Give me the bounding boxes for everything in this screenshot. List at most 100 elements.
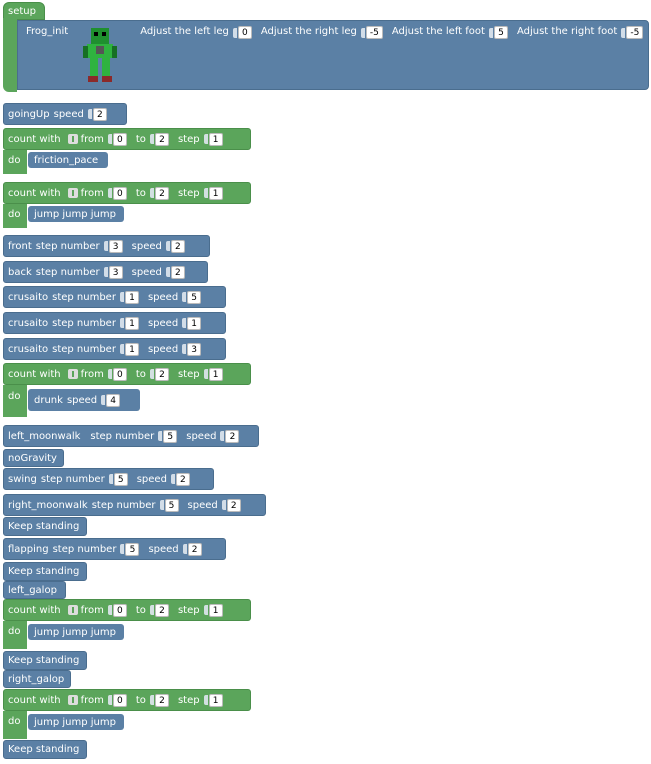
going-up-speed-input[interactable]: 2 xyxy=(87,107,107,121)
crusaito-3-steps-input[interactable]: 1 xyxy=(119,342,139,356)
left-galop-block[interactable]: left_galop xyxy=(3,581,66,599)
drunk-speed-input[interactable]: 4 xyxy=(101,393,121,407)
loop-var-i-icon[interactable] xyxy=(67,134,78,144)
left-moonwalk-label: left_moonwalk xyxy=(8,430,81,442)
right-moonwalk-block[interactable]: right_moonwalk step number 5 speed 2 xyxy=(3,494,266,516)
loop-1-body: do xyxy=(3,150,27,174)
left-moonwalk-steps-input[interactable]: 5 xyxy=(158,429,178,443)
loop-3-step-input[interactable]: 1 xyxy=(203,367,223,381)
right-galop-block[interactable]: right_galop xyxy=(3,670,71,688)
loop-1-from-input[interactable]: 0 xyxy=(107,132,127,146)
jump-label: jump jump jump xyxy=(34,716,116,728)
swing-steps-input[interactable]: 5 xyxy=(108,472,128,486)
loop-step-label: step xyxy=(177,133,200,145)
loop-from-label: from xyxy=(80,187,104,199)
loop-2-from-input[interactable]: 0 xyxy=(107,186,127,200)
loop-do-label: do xyxy=(8,716,21,727)
loop-1-to-input[interactable]: 2 xyxy=(149,132,169,146)
right-galop-label: right_galop xyxy=(8,673,65,685)
loop-5-step-input[interactable]: 1 xyxy=(203,693,223,707)
front-steps-input[interactable]: 3 xyxy=(103,239,123,253)
crusaito-block-2[interactable]: crusaito step number 1 speed 1 xyxy=(3,312,226,334)
adjust-left-foot-input[interactable]: 5 xyxy=(488,26,508,39)
loop-2-header[interactable]: count with from 0 to 2 step 1 xyxy=(3,182,251,204)
step-number-label: step number xyxy=(52,291,116,303)
loop-2-to-input[interactable]: 2 xyxy=(149,186,169,200)
adjust-right-leg-input[interactable]: -5 xyxy=(360,26,383,39)
crusaito-2-steps-input[interactable]: 1 xyxy=(119,316,139,330)
going-up-block[interactable]: goingUp speed 2 xyxy=(3,103,127,125)
friction-pace-block[interactable]: friction_pace xyxy=(28,152,108,168)
loop-do-label: do xyxy=(8,391,21,402)
loop-5-to-input[interactable]: 2 xyxy=(149,693,169,707)
jump-block[interactable]: jump jump jump xyxy=(28,624,124,640)
setup-body xyxy=(3,18,17,92)
loop-5-header[interactable]: count with from 0 to 2 step 1 xyxy=(3,689,251,711)
crusaito-2-speed-input[interactable]: 1 xyxy=(182,316,202,330)
setup-label: setup xyxy=(8,5,36,17)
speed-label: speed xyxy=(66,394,98,406)
loop-3-from-input[interactable]: 0 xyxy=(107,367,127,381)
loop-from-label: from xyxy=(80,604,104,616)
loop-4-header[interactable]: count with from 0 to 2 step 1 xyxy=(3,599,251,621)
keep-standing-block-3[interactable]: Keep standing xyxy=(3,651,87,670)
loop-4-from-input[interactable]: 0 xyxy=(107,603,127,617)
loop-1-header[interactable]: count with from 0 to 2 step 1 xyxy=(3,128,251,150)
loop-var-i-icon[interactable] xyxy=(67,695,78,705)
crusaito-label: crusaito xyxy=(8,317,49,329)
left-moonwalk-block[interactable]: left_moonwalk step number 5 speed 2 xyxy=(3,425,259,447)
loop-4-to-input[interactable]: 2 xyxy=(149,603,169,617)
drunk-block[interactable]: drunk speed 4 xyxy=(28,389,140,411)
back-label: back xyxy=(8,266,32,278)
keep-standing-block-1[interactable]: Keep standing xyxy=(3,517,87,536)
crusaito-1-speed-input[interactable]: 5 xyxy=(182,290,202,304)
back-steps-input[interactable]: 3 xyxy=(103,265,123,279)
frog-robot-icon xyxy=(82,26,118,84)
loop-3-header[interactable]: count with from 0 to 2 step 1 xyxy=(3,363,251,385)
loop-2-step-input[interactable]: 1 xyxy=(203,186,223,200)
crusaito-block-3[interactable]: crusaito step number 1 speed 3 xyxy=(3,338,226,360)
loop-var-i-icon[interactable] xyxy=(67,605,78,615)
left-moonwalk-speed-input[interactable]: 2 xyxy=(220,429,240,443)
front-block[interactable]: front step number 3 speed 2 xyxy=(3,235,210,257)
jump-block[interactable]: jump jump jump xyxy=(28,206,124,222)
keep-standing-block-4[interactable]: Keep standing xyxy=(3,740,87,759)
loop-5-from-input[interactable]: 0 xyxy=(107,693,127,707)
swing-speed-input[interactable]: 2 xyxy=(170,472,190,486)
loop-5-body: do xyxy=(3,711,27,739)
front-speed-input[interactable]: 2 xyxy=(165,239,185,253)
keep-standing-label: Keep standing xyxy=(8,521,80,532)
loop-var-i-icon[interactable] xyxy=(67,369,78,379)
jump-label: jump jump jump xyxy=(34,208,116,220)
loop-to-label: to xyxy=(135,368,146,380)
loop-3-to-input[interactable]: 2 xyxy=(149,367,169,381)
keep-standing-block-2[interactable]: Keep standing xyxy=(3,562,87,581)
loop-var-i-icon[interactable] xyxy=(67,188,78,198)
back-block[interactable]: back step number 3 speed 2 xyxy=(3,261,208,283)
no-gravity-label: noGravity xyxy=(8,452,57,464)
loop-to-label: to xyxy=(135,604,146,616)
loop-1-step-input[interactable]: 1 xyxy=(203,132,223,146)
crusaito-block-1[interactable]: crusaito step number 1 speed 5 xyxy=(3,286,226,308)
loop-from-label: from xyxy=(80,694,104,706)
step-number-label: step number xyxy=(52,543,117,555)
going-up-speed-label: speed xyxy=(53,108,84,120)
right-moonwalk-speed-input[interactable]: 2 xyxy=(221,498,241,512)
speed-label: speed xyxy=(136,473,167,485)
back-speed-input[interactable]: 2 xyxy=(165,265,185,279)
no-gravity-block[interactable]: noGravity xyxy=(3,449,64,467)
crusaito-1-steps-input[interactable]: 1 xyxy=(119,290,139,304)
flapping-block[interactable]: flapping step number 5 speed 2 xyxy=(3,538,226,560)
jump-block[interactable]: jump jump jump xyxy=(28,714,124,730)
adjust-left-leg-input[interactable]: 0 xyxy=(232,26,252,39)
frog-init-block[interactable]: Frog_init Adjust the left leg 0 Adjust t… xyxy=(17,20,649,90)
right-moonwalk-steps-input[interactable]: 5 xyxy=(159,498,179,512)
flapping-steps-input[interactable]: 5 xyxy=(120,542,140,556)
flapping-speed-input[interactable]: 2 xyxy=(182,542,202,556)
loop-3-body: do xyxy=(3,385,27,417)
speed-label: speed xyxy=(148,543,179,555)
swing-block[interactable]: swing step number 5 speed 2 xyxy=(3,468,214,490)
loop-4-step-input[interactable]: 1 xyxy=(203,603,223,617)
crusaito-3-speed-input[interactable]: 3 xyxy=(182,342,202,356)
adjust-right-foot-input[interactable]: -5 xyxy=(621,26,644,39)
